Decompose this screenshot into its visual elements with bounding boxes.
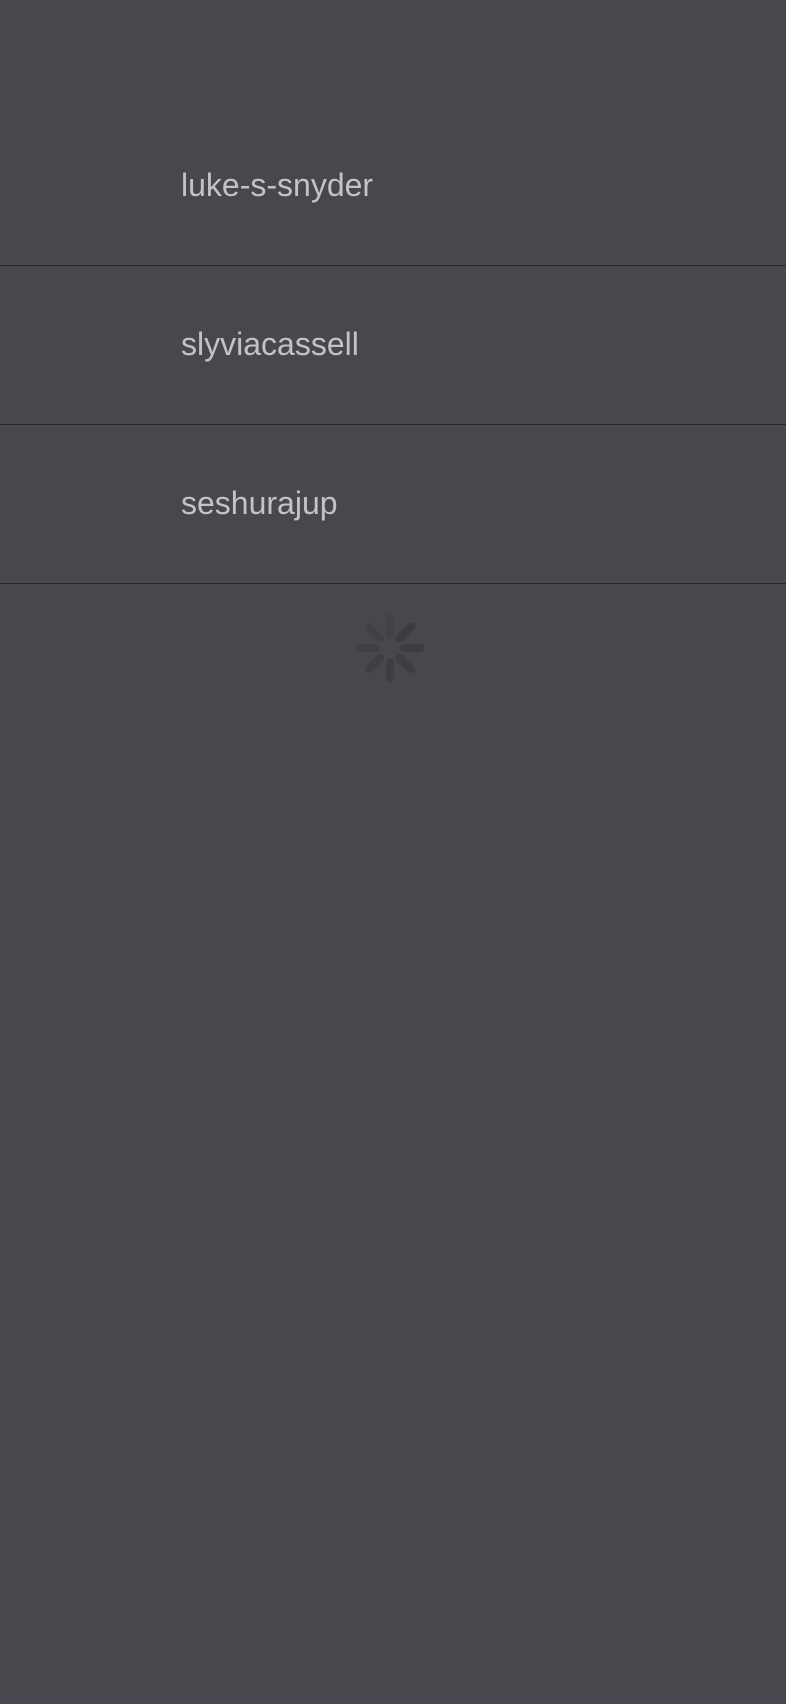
spinner-spoke (364, 653, 385, 674)
list-item-label: luke-s-snyder (181, 167, 374, 203)
screen: luke-s-snyder slyviacassell seshurajup (0, 0, 786, 1704)
user-list: luke-s-snyder slyviacassell seshurajup (0, 107, 786, 584)
spinner-spoke (364, 622, 385, 643)
list-item[interactable]: seshurajup (0, 425, 786, 584)
list-item-label: seshurajup (181, 485, 338, 521)
activity-spinner-icon (356, 614, 424, 682)
spinner-spoke (395, 622, 416, 643)
spinner-spokes (356, 614, 424, 682)
list-item[interactable]: slyviacassell (0, 266, 786, 425)
list-item-label: slyviacassell (181, 326, 359, 362)
list-item[interactable]: luke-s-snyder (0, 107, 786, 266)
spinner-spoke (395, 653, 416, 674)
